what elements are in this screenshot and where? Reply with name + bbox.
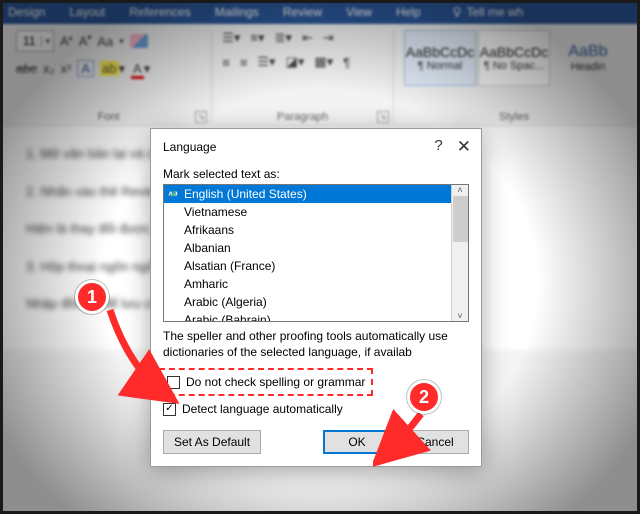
list-item[interactable]: Afrikaans (164, 221, 451, 239)
detect-language-label: Detect language automatically (182, 402, 343, 416)
list-item[interactable]: Amharic (164, 275, 451, 293)
list-item[interactable]: Vietnamese (164, 203, 451, 221)
no-check-label: Do not check spelling or grammar (186, 375, 365, 389)
scrollbar[interactable]: ˄ ˅ (451, 185, 468, 321)
svg-text:ᴀʙ: ᴀʙ (169, 189, 178, 198)
scroll-down-icon[interactable]: ˅ (457, 311, 462, 321)
help-button[interactable]: ? (434, 137, 442, 157)
mark-text-label: Mark selected text as: (163, 167, 469, 181)
list-item[interactable]: Arabic (Bahrain) (164, 311, 451, 321)
spellcheck-icon: ᴀʙ (168, 188, 180, 199)
callout-badge-1: 1 (75, 280, 109, 314)
dialog-title: Language (163, 140, 216, 154)
callout-badge-2: 2 (407, 380, 441, 414)
close-button[interactable]: ✕ (457, 137, 471, 157)
arrow-1 (100, 300, 200, 410)
list-item[interactable]: Arabic (Algeria) (164, 293, 451, 311)
scroll-thumb[interactable] (453, 196, 468, 242)
list-item[interactable]: Alsatian (France) (164, 257, 451, 275)
list-item[interactable]: ᴀʙ English (United States) (164, 185, 451, 203)
list-item[interactable]: Albanian (164, 239, 451, 257)
language-listbox[interactable]: ᴀʙ English (United States) Vietnamese Af… (163, 184, 469, 322)
hint-text: The speller and other proofing tools aut… (163, 328, 469, 360)
scroll-up-icon[interactable]: ˄ (457, 185, 462, 195)
set-default-button[interactable]: Set As Default (163, 430, 261, 454)
arrow-2 (373, 408, 443, 478)
